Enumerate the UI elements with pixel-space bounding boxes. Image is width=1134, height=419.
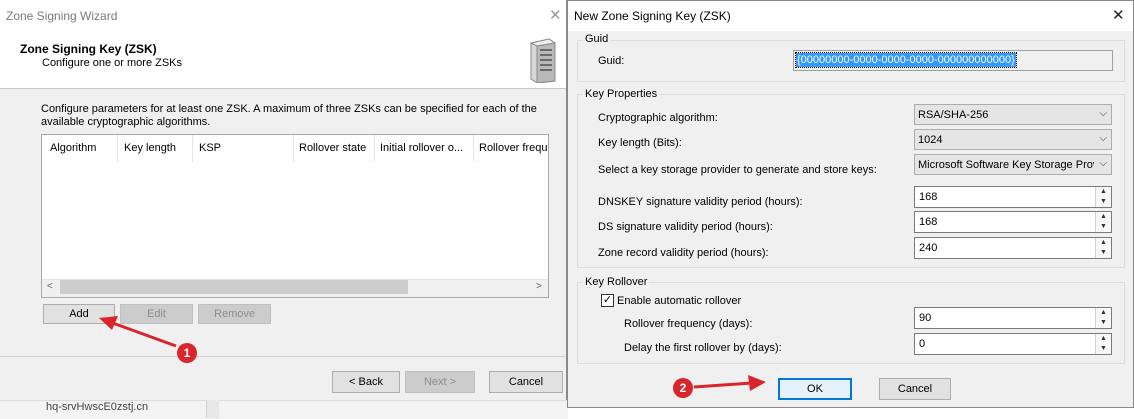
key-length-value: 1024 bbox=[918, 134, 943, 146]
zsk-list-view[interactable]: Algorithm Key length KSP Rollover state … bbox=[41, 134, 549, 298]
guid-label: Guid: bbox=[598, 55, 625, 67]
wizard-description: Configure parameters for at least one ZS… bbox=[41, 103, 537, 128]
chevron-down-icon: ⌵ bbox=[1099, 158, 1107, 169]
scrollbar-thumb[interactable] bbox=[60, 280, 408, 294]
spin-down-icon[interactable]: ▼ bbox=[1096, 318, 1111, 328]
spinner-buttons: ▲ ▼ bbox=[1095, 334, 1111, 354]
rollover-frequency-label: Rollover frequency (days): bbox=[624, 318, 753, 330]
ok-button[interactable]: OK bbox=[778, 378, 852, 400]
ds-validity-spinner[interactable]: 168 ▲ ▼ bbox=[914, 211, 1112, 233]
edit-button[interactable]: Edit bbox=[120, 304, 193, 324]
step-1-badge: 1 bbox=[177, 343, 197, 363]
dnskey-validity-value[interactable]: 168 bbox=[919, 191, 937, 203]
column-algorithm[interactable]: Algorithm bbox=[50, 142, 116, 154]
delay-first-rollover-label: Delay the first rollover by (days): bbox=[624, 342, 782, 354]
scroll-left-icon[interactable]: < bbox=[47, 281, 53, 292]
column-separator[interactable] bbox=[374, 135, 375, 162]
spinner-buttons: ▲ ▼ bbox=[1095, 187, 1111, 207]
column-ksp[interactable]: KSP bbox=[199, 142, 291, 154]
wizard-footer-divider bbox=[0, 356, 566, 357]
algorithm-value: RSA/SHA-256 bbox=[918, 109, 989, 121]
key-rollover-group-label: Key Rollover bbox=[583, 276, 650, 288]
key-properties-group-label: Key Properties bbox=[583, 88, 660, 100]
column-initial-rollover[interactable]: Initial rollover o... bbox=[380, 142, 472, 154]
zone-record-validity-value[interactable]: 240 bbox=[919, 242, 937, 254]
column-rollover-state[interactable]: Rollover state bbox=[299, 142, 373, 154]
ksp-select[interactable]: Microsoft Software Key Storage Prov ⌵ bbox=[914, 154, 1112, 175]
server-icon bbox=[527, 37, 559, 84]
key-length-select[interactable]: 1024 ⌵ bbox=[914, 129, 1112, 150]
dnskey-validity-label: DNSKEY signature validity period (hours)… bbox=[598, 196, 803, 208]
spin-down-icon[interactable]: ▼ bbox=[1096, 197, 1111, 207]
zone-record-validity-label: Zone record validity period (hours): bbox=[598, 247, 769, 259]
wizard-page-subtitle: Configure one or more ZSKs bbox=[42, 57, 183, 69]
enable-rollover-checkbox[interactable]: ✓ bbox=[601, 294, 614, 307]
rollover-frequency-value[interactable]: 90 bbox=[919, 312, 931, 324]
chevron-down-icon: ⌵ bbox=[1099, 108, 1107, 119]
column-separator[interactable] bbox=[293, 135, 294, 162]
column-separator[interactable] bbox=[192, 135, 193, 162]
enable-rollover-label[interactable]: Enable automatic rollover bbox=[617, 295, 741, 307]
wizard-cancel-button[interactable]: Cancel bbox=[489, 371, 563, 393]
algorithm-label: Cryptographic algorithm: bbox=[598, 112, 718, 124]
wizard-page-title: Zone Signing Key (ZSK) bbox=[20, 42, 157, 56]
add-button[interactable]: Add bbox=[43, 304, 115, 324]
back-button[interactable]: < Back bbox=[332, 371, 400, 393]
algorithm-select[interactable]: RSA/SHA-256 ⌵ bbox=[914, 104, 1112, 125]
zsk-list-header: Algorithm Key length KSP Rollover state … bbox=[42, 135, 548, 162]
step-2-badge: 2 bbox=[673, 378, 693, 398]
background-scrollbar bbox=[206, 400, 219, 418]
spin-down-icon[interactable]: ▼ bbox=[1096, 222, 1111, 232]
scroll-right-icon[interactable]: > bbox=[536, 281, 542, 292]
delay-first-rollover-value[interactable]: 0 bbox=[919, 338, 925, 350]
spinner-buttons: ▲ ▼ bbox=[1095, 238, 1111, 258]
zone-record-validity-spinner[interactable]: 240 ▲ ▼ bbox=[914, 237, 1112, 259]
column-separator[interactable] bbox=[117, 135, 118, 162]
spinner-buttons: ▲ ▼ bbox=[1095, 212, 1111, 232]
remove-button[interactable]: Remove bbox=[198, 304, 271, 324]
spinner-buttons: ▲ ▼ bbox=[1095, 308, 1111, 328]
chevron-down-icon: ⌵ bbox=[1099, 133, 1107, 144]
column-separator[interactable] bbox=[473, 135, 474, 162]
dnskey-validity-spinner[interactable]: 168 ▲ ▼ bbox=[914, 186, 1112, 208]
wizard-title: Zone Signing Wizard bbox=[6, 9, 118, 23]
next-button[interactable]: Next > bbox=[405, 371, 475, 393]
dialog-title: New Zone Signing Key (ZSK) bbox=[574, 9, 731, 23]
ds-validity-label: DS signature validity period (hours): bbox=[598, 221, 773, 233]
spin-down-icon[interactable]: ▼ bbox=[1096, 248, 1111, 258]
guid-group-label: Guid bbox=[583, 33, 611, 45]
column-rollover-frequency[interactable]: Rollover frequ bbox=[479, 142, 547, 154]
dialog-close-icon[interactable]: ✕ bbox=[1112, 6, 1125, 24]
background-tree-item: hq-srvHwscE0zstj.cn bbox=[46, 401, 149, 413]
wizard-close-icon[interactable]: ✕ bbox=[549, 6, 562, 24]
guid-value[interactable]: {00000000-0000-0000-0000-000000000000} bbox=[795, 52, 1017, 68]
rollover-frequency-spinner[interactable]: 90 ▲ ▼ bbox=[914, 307, 1112, 329]
spin-down-icon[interactable]: ▼ bbox=[1096, 344, 1111, 354]
delay-first-rollover-spinner[interactable]: 0 ▲ ▼ bbox=[914, 333, 1112, 355]
column-key-length[interactable]: Key length bbox=[124, 142, 190, 154]
dialog-cancel-button[interactable]: Cancel bbox=[879, 378, 951, 400]
ksp-value: Microsoft Software Key Storage Prov bbox=[918, 159, 1094, 171]
ksp-label: Select a key storage provider to generat… bbox=[598, 164, 877, 176]
ds-validity-value[interactable]: 168 bbox=[919, 216, 937, 228]
key-length-label: Key length (Bits): bbox=[598, 137, 682, 149]
